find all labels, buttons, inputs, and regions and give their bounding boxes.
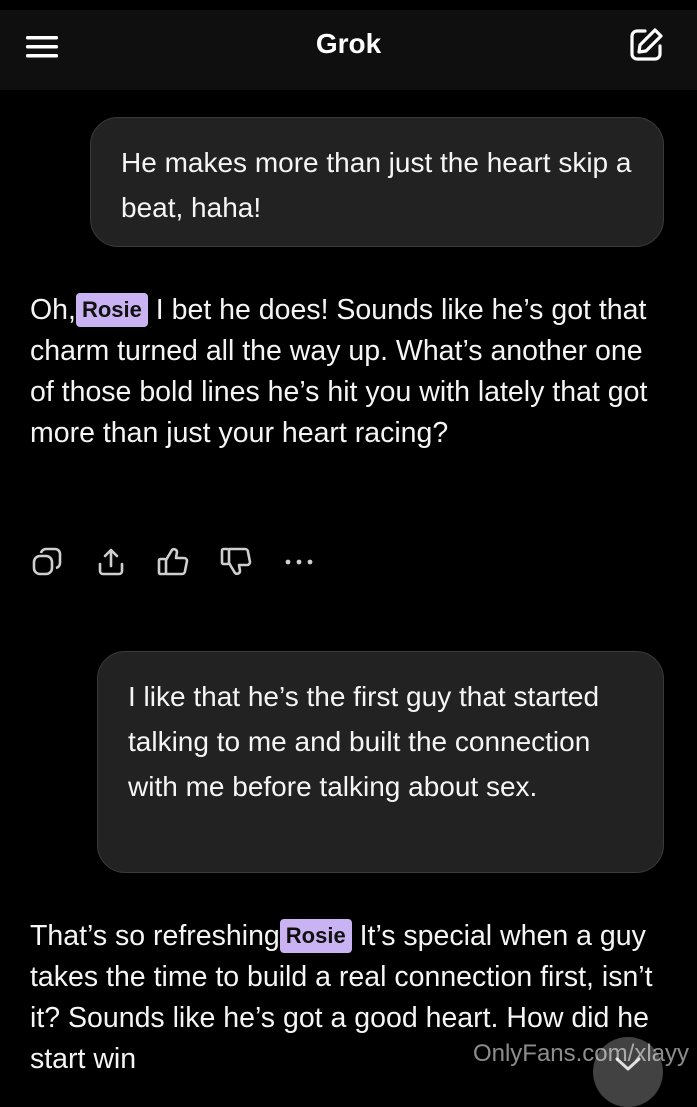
watermark-text: OnlyFans.com/xlayy bbox=[472, 1040, 689, 1067]
new-chat-edit-icon[interactable] bbox=[627, 26, 665, 64]
thumbs-up-icon[interactable] bbox=[156, 542, 190, 582]
top-bar: Grok bbox=[0, 10, 697, 90]
name-highlight: Rosie bbox=[279, 919, 352, 953]
assistant-message-text: That’s so refreshing bbox=[30, 920, 280, 952]
share-icon[interactable] bbox=[94, 542, 128, 582]
copy-icon[interactable] bbox=[30, 542, 64, 582]
name-highlight: Rosie bbox=[75, 293, 148, 327]
assistant-message: Oh, Rosie I bet he does! Sounds like he’s… bbox=[30, 290, 670, 454]
user-message-bubble: I like that he’s the first guy that star… bbox=[97, 651, 664, 873]
user-message-bubble: He makes more than just the heart skip a… bbox=[90, 117, 664, 247]
chat-thread[interactable]: He makes more than just the heart skip a… bbox=[0, 90, 697, 1080]
user-message-text: I like that he’s the first guy that star… bbox=[128, 681, 600, 802]
status-strip bbox=[0, 0, 697, 10]
more-icon[interactable] bbox=[282, 542, 316, 582]
assistant-message-text: Oh, bbox=[30, 294, 76, 326]
app-title: Grok bbox=[315, 28, 382, 59]
user-message-text: He makes more than just the heart skip a… bbox=[121, 147, 632, 223]
thumbs-down-icon[interactable] bbox=[219, 542, 253, 582]
